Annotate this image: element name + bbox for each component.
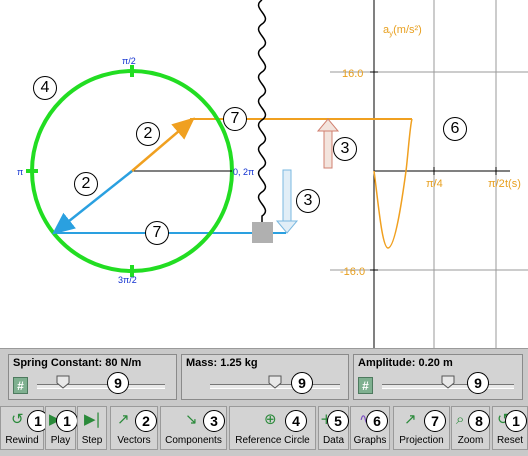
rewind-icon: ↺ [11,410,24,428]
marker-zoom-8: 8 [468,410,490,432]
marker-play-1: 1 [56,410,78,432]
marker-graphs-6: 6 [366,410,388,432]
zoom-button[interactable]: ⌕ 8 Zoom [451,406,490,450]
spring-constant-label: Spring Constant: 80 N/m [13,357,142,369]
marker-projection-7: 7 [424,410,446,432]
component-arrow-down [275,169,299,234]
reset-label: Reset [496,435,524,446]
mass-thumb[interactable] [268,375,282,389]
amplitude-slider-box: Amplitude: 0.20 m # 9 [353,354,523,400]
reset-button[interactable]: ↺ 1 Reset [492,406,528,450]
spring [257,0,267,222]
graph-tick-x1: π/4 [426,178,443,190]
graphs-button[interactable]: ∿ 6 Graphs [350,406,390,450]
graph-x-axis-label: t(s) [505,178,521,190]
reference-circle-label: Reference Circle [235,435,310,446]
mass-slider-box: Mass: 1.25 kg 9 [181,354,349,400]
circle-label-bottom: 3π/2 [118,275,137,285]
graph-tick-bottom: -16.0 [340,266,365,278]
spring-constant-numeric-button[interactable]: # [13,377,28,394]
play-label: Play [50,435,71,446]
graph-tick-top: 16.0 [342,68,363,80]
marker-circle-7a: 7 [223,107,247,131]
mass-label: Mass: 1.25 kg [186,357,258,369]
amplitude-label: Amplitude: 0.20 m [358,357,453,369]
marker-reset-1: 1 [505,410,527,432]
marker-mass-9: 9 [291,372,313,394]
zoom-label: Zoom [457,435,484,446]
projection-label: Projection [399,435,444,446]
components-button[interactable]: ↘ 3 Components [160,406,227,450]
step-icon: ▶| [84,410,101,428]
vector-arrow-icon: ↗ [117,410,130,428]
marker-components-3: 3 [203,410,225,432]
marker-data-5: 5 [327,410,349,432]
data-label: Data [322,435,345,446]
projection-button[interactable]: ↗ 7 Projection [393,406,450,450]
rewind-label: Rewind [5,435,39,446]
vectors-button[interactable]: ↗ 2 Vectors [110,406,158,450]
marker-circle-2b: 2 [74,172,98,196]
crosshair-circle-icon: ⊕ [264,410,277,428]
rewind-button[interactable]: ↺ 1 Rewind [0,406,49,450]
projection-icon: ↗ [404,410,417,428]
acceleration-curve [373,118,413,249]
amplitude-thumb[interactable] [441,375,455,389]
graph-tick-x2: π/2 [488,178,505,190]
reference-circle-button[interactable]: ⊕ 4 Reference Circle [229,406,316,450]
spring-mass[interactable] [252,222,273,243]
marker-reference-4: 4 [285,410,307,432]
graphs-label: Graphs [353,435,387,446]
marker-circle-7b: 7 [145,221,169,245]
spring-constant-slider-box: Spring Constant: 80 N/m # 9 [8,354,177,400]
graph-grid [330,0,528,348]
marker-amplitude-9: 9 [467,372,489,394]
circle-label-left: π [17,167,23,177]
magnifier-icon: ⌕ [456,410,465,428]
graph-y-axis-label: ay(m/s²) [383,24,422,38]
data-button[interactable]: + 5 Data [318,406,349,450]
components-label: Components [165,435,222,446]
marker-vectors-2: 2 [135,410,157,432]
marker-circle-3b: 3 [296,189,320,213]
circle-label-top: π/2 [122,56,136,66]
marker-circle-6: 6 [443,117,467,141]
vectors-label: Vectors [117,435,151,446]
marker-spring-9: 9 [107,372,129,394]
marker-circle-4: 4 [33,76,57,100]
marker-circle-2a: 2 [136,122,160,146]
circle-label-right: 0, 2π [233,167,254,177]
spring-constant-thumb[interactable] [56,375,70,389]
components-icon: ↘ [185,410,198,428]
step-label: Step [81,435,103,446]
marker-circle-3a: 3 [333,137,357,161]
simulation-stage: ay(m/s²) 16.0 -16.0 π/4 π/2 t(s) π/2 π 0… [0,0,528,348]
play-button[interactable]: ▶ 1 Play [45,406,78,450]
amplitude-numeric-button[interactable]: # [358,377,373,394]
step-button[interactable]: ▶| Step [77,406,107,450]
